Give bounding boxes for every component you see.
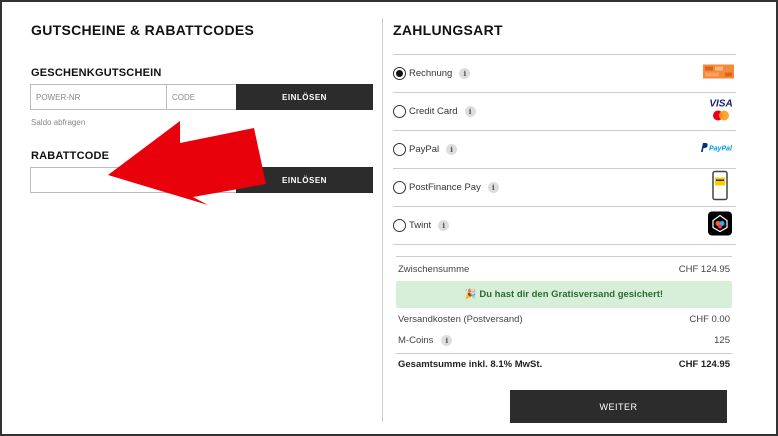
mcoins-label-group: M-Coins i [398, 335, 453, 346]
continue-button[interactable]: WEITER [510, 390, 727, 423]
mcoins-value: 125 [714, 335, 730, 346]
balance-check-link[interactable]: Saldo abfragen [31, 118, 85, 127]
paypal-text: PayPal [709, 145, 733, 152]
code-placeholder: CODE [172, 92, 196, 102]
payment-label-postfinance: PostFinance Pay [409, 182, 481, 193]
vouchers-title: GUTSCHEINE & RABATTCODES [31, 22, 255, 38]
radio-credit-card[interactable] [393, 105, 406, 118]
payment-title: ZAHLUNGSART [393, 22, 503, 38]
radio-twint[interactable] [393, 219, 406, 232]
shipping-label: Versandkosten (Postversand) [398, 314, 523, 325]
payment-option-twint[interactable]: Twint i [393, 207, 736, 245]
info-icon[interactable]: i [441, 335, 453, 346]
radio-postfinance[interactable] [393, 181, 406, 194]
radio-paypal[interactable] [393, 143, 406, 156]
info-icon[interactable]: i [459, 68, 471, 79]
payment-label-twint: Twint [409, 220, 432, 231]
subtotal-label: Zwischensumme [398, 264, 470, 275]
summary-top-line [396, 256, 732, 257]
mcoins-label: M-Coins [398, 335, 434, 346]
discount-code-heading: RABATTCODE [31, 150, 110, 162]
column-divider [382, 18, 383, 422]
subtotal-row: Zwischensumme CHF 124.95 [398, 264, 730, 275]
redeem-discount-button[interactable]: EINLÖSEN [236, 167, 373, 193]
twint-logo [708, 211, 732, 240]
subtotal-value: CHF 124.95 [678, 264, 730, 275]
payment-option-paypal[interactable]: PayPal i PayPal [393, 131, 736, 169]
payment-label-paypal: PayPal [409, 144, 440, 155]
discount-code-input[interactable] [30, 167, 237, 193]
total-label: Gesamtsumme inkl. 8.1% MwSt. [398, 359, 543, 370]
summary-total-line [396, 353, 732, 354]
code-input[interactable]: CODE [167, 84, 237, 110]
redeem-gift-button[interactable]: EINLÖSEN [236, 84, 373, 110]
shipping-row: Versandkosten (Postversand) CHF 0.00 [398, 314, 730, 325]
total-value: CHF 124.95 [678, 359, 730, 370]
shipping-value: CHF 0.00 [689, 314, 730, 325]
postfinance-phone-logo [712, 170, 728, 205]
mcoins-row: M-Coins i 125 [398, 335, 730, 346]
payment-label-rechnung: Rechnung [409, 68, 453, 79]
invoice-logo [703, 64, 734, 83]
power-nr-placeholder: POWER-NR [36, 92, 81, 102]
free-shipping-banner: 🎉 Du hast dir den Gratisversand gesicher… [396, 281, 732, 308]
payment-option-rechnung[interactable]: Rechnung i [393, 55, 736, 93]
payment-label-credit-card: Credit Card [409, 106, 458, 117]
total-row: Gesamtsumme inkl. 8.1% MwSt. CHF 124.95 [398, 359, 730, 370]
gift-voucher-heading: GESCHENKGUTSCHEIN [31, 67, 162, 79]
info-icon[interactable]: i [438, 220, 450, 231]
power-nr-input[interactable]: POWER-NR [30, 84, 167, 110]
payment-option-postfinance[interactable]: PostFinance Pay i [393, 169, 736, 207]
info-icon[interactable]: i [487, 182, 499, 193]
paypal-logo: PayPal [700, 141, 734, 159]
radio-selected-dot [396, 70, 403, 77]
info-icon[interactable]: i [446, 144, 458, 155]
info-icon[interactable]: i [464, 106, 476, 117]
payment-option-credit-card[interactable]: Credit Card i VISA [393, 93, 736, 131]
visa-text: VISA [709, 98, 732, 109]
visa-mastercard-logo: VISA [708, 96, 734, 127]
radio-rechnung[interactable] [393, 67, 406, 80]
